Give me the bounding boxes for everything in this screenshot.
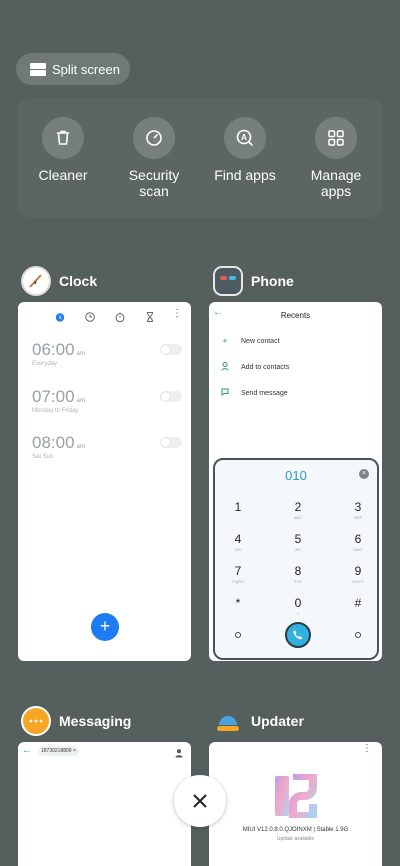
dial-number: 010: [285, 468, 307, 483]
security-scan-label: Security scan: [128, 167, 180, 199]
send-message-row[interactable]: Send message: [221, 388, 288, 398]
manage-apps-label: Manage apps: [310, 167, 362, 199]
dial-key[interactable]: 0 +: [286, 596, 310, 616]
call-button[interactable]: [285, 622, 311, 648]
alarm-row[interactable]: 08:00 am Sat Sun: [32, 433, 182, 460]
cleaner-button[interactable]: Cleaner: [22, 117, 104, 183]
phone-icon: [293, 630, 302, 640]
dial-option-icon[interactable]: [355, 632, 361, 638]
messaging-app-header[interactable]: Messaging: [21, 706, 131, 736]
alarm-days: Everyday: [32, 361, 58, 367]
add-to-contacts-label: Add to contacts: [241, 364, 290, 371]
dial-key[interactable]: 8 TUV: [286, 564, 310, 584]
stopwatch-tab-icon[interactable]: [114, 310, 126, 328]
phone-app-card[interactable]: ← Recents + New contact Add to contacts …: [209, 302, 382, 661]
more-options-icon[interactable]: ⋮: [362, 743, 372, 754]
svg-text:A: A: [241, 133, 247, 142]
clock-app-header[interactable]: Clock: [21, 266, 97, 296]
find-apps-button[interactable]: A Find apps: [204, 117, 286, 183]
contact-icon[interactable]: [175, 745, 183, 763]
quick-tools-panel: Cleaner Security scan A Find apps Manage…: [17, 99, 383, 217]
manage-apps-button[interactable]: Manage apps: [295, 117, 377, 199]
grid-icon: [315, 117, 357, 159]
dial-key[interactable]: 4 GHI: [226, 532, 250, 552]
dial-key[interactable]: 2 ABC: [286, 500, 310, 520]
updater-app-header[interactable]: Updater: [213, 706, 304, 736]
dial-key[interactable]: 7 PQRS: [226, 564, 250, 584]
send-message-label: Send message: [241, 389, 288, 397]
phone-app-icon: [213, 266, 243, 296]
update-status: Update available: [276, 836, 315, 842]
miui-logo: [273, 772, 317, 823]
security-scan-button[interactable]: Security scan: [113, 117, 195, 199]
split-screen-button[interactable]: Split screen: [16, 53, 130, 85]
backspace-icon[interactable]: ×: [359, 469, 369, 479]
split-screen-label: Split screen: [52, 61, 120, 77]
dial-key[interactable]: 3 DEF: [346, 500, 370, 520]
alarm-toggle[interactable]: [160, 344, 182, 355]
close-icon: [193, 794, 207, 808]
trash-icon: [42, 117, 84, 159]
dial-key[interactable]: 1: [226, 500, 250, 515]
updater-app-name: Updater: [251, 713, 304, 729]
message-icon: [221, 388, 229, 398]
dial-key[interactable]: #: [346, 596, 370, 611]
add-icon: +: [222, 336, 228, 346]
alarm-days: Sat Sun: [32, 454, 54, 460]
version-text: MIUI V12.0.8.0.QJOINXM | Stable 1.9G: [242, 827, 349, 833]
add-alarm-button[interactable]: +: [91, 613, 119, 641]
split-screen-icon: [30, 62, 46, 76]
dial-option-icon[interactable]: [235, 632, 241, 638]
phone-app-header[interactable]: Phone: [213, 266, 294, 296]
dial-key[interactable]: 5 JKL: [286, 532, 310, 552]
alarm-row[interactable]: 07:00 am Monday to Friday: [32, 387, 182, 414]
clock-app-card[interactable]: ⋮ 06:00 am Everyday 07:00 am Monday to Fri…: [18, 302, 191, 661]
clock-app-icon: [21, 266, 51, 296]
clock-tab-bar: ⋮: [18, 308, 191, 324]
app-search-icon: A: [224, 117, 266, 159]
world-clock-tab-icon[interactable]: [84, 310, 96, 328]
updater-app-icon: [213, 706, 243, 736]
speedometer-icon: [133, 117, 175, 159]
alarm-days: Monday to Friday: [32, 408, 79, 414]
messaging-app-name: Messaging: [59, 713, 132, 729]
recents-title: Recents: [280, 311, 311, 320]
messaging-app-card[interactable]: ← 18730218809 ×: [18, 742, 191, 866]
recipient-chip[interactable]: 18730218809 ×: [38, 746, 79, 756]
add-to-contacts-row[interactable]: Add to contacts: [221, 362, 289, 373]
timer-tab-icon[interactable]: [144, 310, 156, 328]
dial-key[interactable]: *: [226, 596, 250, 611]
messaging-app-icon: [21, 706, 51, 736]
person-icon: [221, 362, 229, 373]
more-options-icon[interactable]: ⋮: [172, 308, 182, 319]
new-contact-row[interactable]: + New contact: [221, 336, 280, 346]
dial-key[interactable]: 9 WXYZ: [346, 564, 370, 584]
dialpad: 010 × 1 2 ABC 3 DEF 4 GHI 5 JKL 6 MNO 7 PQRS 8…: [213, 458, 379, 660]
alarm-tab-icon[interactable]: [54, 310, 66, 328]
find-apps-label: Find apps: [214, 167, 276, 183]
cleaner-label: Cleaner: [38, 167, 88, 183]
phone-app-name: Phone: [251, 273, 294, 289]
close-all-button[interactable]: [174, 775, 226, 827]
alarm-row[interactable]: 06:00 am Everyday: [32, 340, 182, 367]
alarm-toggle[interactable]: [160, 391, 182, 402]
updater-app-card[interactable]: ⋮ MIUI V12.0.8.0.QJOINXM | Stable 1.9G U…: [209, 742, 382, 866]
dial-key[interactable]: 6 MNO: [346, 532, 370, 552]
alarm-toggle[interactable]: [160, 437, 182, 448]
new-contact-label: New contact: [241, 337, 280, 345]
clock-app-name: Clock: [59, 273, 98, 289]
back-arrow-icon[interactable]: ←: [22, 745, 32, 756]
